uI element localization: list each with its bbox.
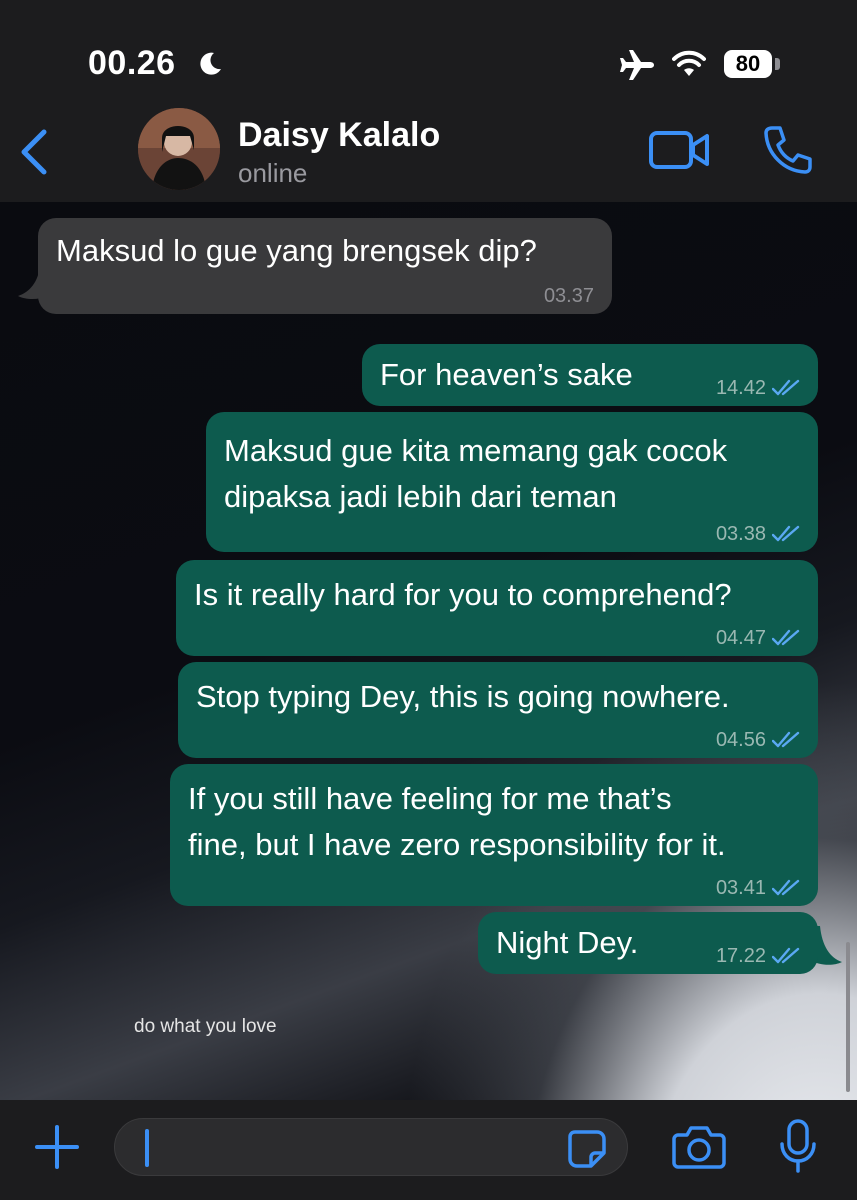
airplane-icon: [620, 50, 654, 80]
message-meta: 03.41: [716, 876, 800, 900]
message-outgoing[interactable]: Is it really hard for you to comprehend?…: [176, 560, 818, 656]
top-bar: 00.26 80 Daisy Kalalo online: [0, 0, 857, 202]
phone-call-icon[interactable]: [762, 124, 814, 176]
avatar-photo: [138, 108, 220, 190]
message-text: Maksud lo gue yang brengsek dip?: [56, 233, 537, 268]
text-caret: [145, 1129, 149, 1167]
avatar[interactable]: [138, 108, 220, 190]
home-indicator: [0, 1194, 857, 1200]
message-outgoing[interactable]: Stop typing Dey, this is going nowhere. …: [178, 662, 818, 758]
double-check-icon: [772, 731, 800, 748]
message-outgoing[interactable]: For heaven’s sake 14.42: [362, 344, 818, 406]
message-line: dipaksa jadi lebih dari teman: [224, 479, 617, 514]
wallpaper-text: do what you love: [134, 1016, 277, 1037]
message-incoming[interactable]: Maksud lo gue yang brengsek dip? 03.37: [38, 218, 612, 314]
plus-icon[interactable]: [34, 1124, 80, 1170]
sticker-icon[interactable]: [567, 1129, 607, 1169]
message-time: 04.47: [715, 627, 766, 649]
message-line: If you still have feeling for me that’s: [188, 781, 672, 816]
camera-icon[interactable]: [672, 1124, 726, 1170]
message-meta: 04.47: [716, 626, 800, 650]
double-check-icon: [772, 947, 800, 964]
message-meta: 14.42: [716, 376, 800, 400]
message-outgoing[interactable]: Maksud gue kita memang gak cocok dipaksa…: [206, 412, 818, 552]
contact-status: online: [238, 158, 308, 188]
message-text: Is it really hard for you to comprehend?: [194, 577, 732, 612]
double-check-icon: [772, 379, 800, 396]
message-time: 03.37: [543, 285, 594, 307]
message-time: 03.38: [715, 523, 766, 545]
message-time: 17.22: [715, 945, 766, 967]
battery-level: 80: [724, 50, 772, 78]
message-line: fine, but I have zero responsibility for…: [188, 827, 726, 862]
microphone-icon[interactable]: [778, 1118, 818, 1174]
message-meta: 04.56: [716, 728, 800, 752]
message-line: Maksud gue kita memang gak cocok: [224, 433, 728, 468]
message-time: 04.56: [715, 729, 766, 751]
message-meta: 03.37: [544, 284, 594, 308]
contact-name[interactable]: Daisy Kalalo: [238, 116, 440, 155]
double-check-icon: [772, 629, 800, 646]
message-outgoing[interactable]: If you still have feeling for me that’s …: [170, 764, 818, 906]
double-check-icon: [772, 879, 800, 896]
status-time: 00.26: [88, 44, 176, 82]
chat-scrollbar[interactable]: [846, 942, 850, 1092]
battery-tip: [775, 58, 780, 70]
message-time: 03.41: [715, 877, 766, 899]
moon-icon: [200, 52, 221, 75]
message-time: 14.42: [715, 377, 766, 399]
message-meta: 03.38: [716, 522, 800, 546]
message-outgoing[interactable]: Night Dey. 17.22: [478, 912, 818, 974]
back-chevron-icon[interactable]: [16, 126, 52, 178]
composer-bar: [0, 1100, 857, 1200]
video-call-icon[interactable]: [648, 128, 710, 172]
message-meta: 17.22: [716, 944, 800, 968]
double-check-icon: [772, 525, 800, 542]
message-input[interactable]: [114, 1118, 628, 1176]
chat-area[interactable]: do what you love Maksud lo gue yang bren…: [0, 202, 857, 1100]
wifi-icon: [672, 50, 706, 76]
message-text: Stop typing Dey, this is going nowhere.: [196, 679, 730, 714]
